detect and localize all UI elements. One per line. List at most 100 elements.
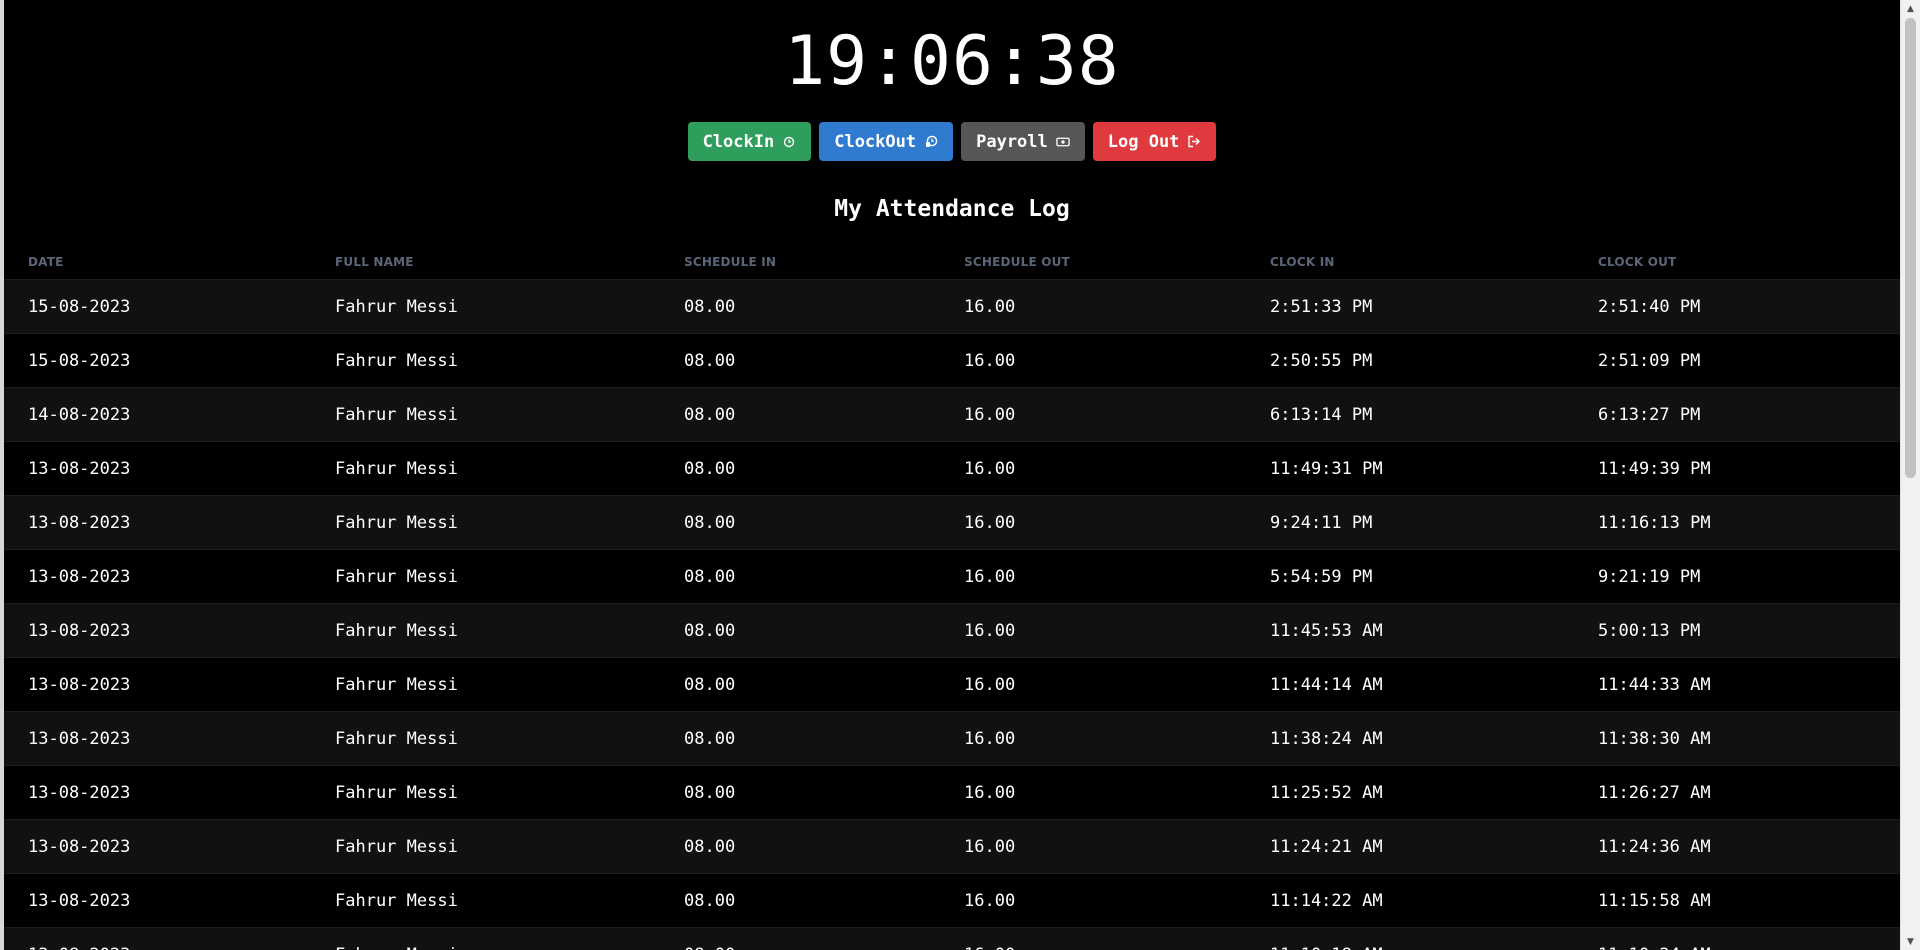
cell-schedule-in: 08.00 <box>660 927 940 950</box>
cell-schedule-in: 08.00 <box>660 873 940 928</box>
scroll-down-arrow-icon[interactable]: ▼ <box>1901 933 1920 950</box>
cell-clock-in: 11:44:14 AM <box>1246 657 1574 712</box>
table-row: 13-08-2023 Fahrur Messi 08.00 16.00 11:1… <box>4 873 1900 928</box>
scroll-up-arrow-icon[interactable]: ▲ <box>1901 0 1920 17</box>
cell-clock-in: 11:45:53 AM <box>1246 603 1574 658</box>
cell-schedule-out: 16.00 <box>940 873 1246 928</box>
cell-date: 13-08-2023 <box>4 819 311 874</box>
cell-date: 13-08-2023 <box>4 927 311 950</box>
cell-clock-in: 11:25:52 AM <box>1246 765 1574 820</box>
cell-clock-in: 11:14:22 AM <box>1246 873 1574 928</box>
cell-full-name: Fahrur Messi <box>311 603 660 658</box>
table-row: 13-08-2023 Fahrur Messi 08.00 16.00 11:4… <box>4 441 1900 496</box>
cell-clock-out: 11:16:13 PM <box>1574 495 1900 550</box>
cell-clock-in: 5:54:59 PM <box>1246 549 1574 604</box>
table-row: 13-08-2023 Fahrur Messi 08.00 16.00 11:2… <box>4 765 1900 820</box>
cell-full-name: Fahrur Messi <box>311 765 660 820</box>
cell-schedule-out: 16.00 <box>940 387 1246 442</box>
cell-schedule-out: 16.00 <box>940 279 1246 334</box>
cell-date: 13-08-2023 <box>4 873 311 928</box>
logout-label: Log Out <box>1107 131 1180 152</box>
scrollbar-thumb[interactable] <box>1905 18 1916 478</box>
cell-date: 14-08-2023 <box>4 387 311 442</box>
cell-clock-out: 6:13:27 PM <box>1574 387 1900 442</box>
cash-icon <box>1056 135 1070 149</box>
cell-schedule-in: 08.00 <box>660 819 940 874</box>
cell-clock-out: 11:15:58 AM <box>1574 873 1900 928</box>
cell-schedule-in: 08.00 <box>660 657 940 712</box>
cell-schedule-out: 16.00 <box>940 765 1246 820</box>
cell-clock-in: 11:10:18 AM <box>1246 927 1574 950</box>
cell-clock-out: 11:49:39 PM <box>1574 441 1900 496</box>
cell-schedule-in: 08.00 <box>660 711 940 766</box>
cell-full-name: Fahrur Messi <box>311 819 660 874</box>
cell-clock-in: 2:51:33 PM <box>1246 279 1574 334</box>
clockout-button[interactable]: ClockOut <box>819 122 954 161</box>
cell-schedule-in: 08.00 <box>660 333 940 388</box>
table-row: 14-08-2023 Fahrur Messi 08.00 16.00 6:13… <box>4 387 1900 442</box>
cell-full-name: Fahrur Messi <box>311 279 660 334</box>
column-header-date: DATE <box>28 255 64 269</box>
clockin-label: ClockIn <box>702 131 775 152</box>
cell-schedule-out: 16.00 <box>940 819 1246 874</box>
cell-schedule-in: 08.00 <box>660 549 940 604</box>
column-header-clock-out: CLOCK OUT <box>1598 255 1677 269</box>
cell-full-name: Fahrur Messi <box>311 495 660 550</box>
cell-date: 13-08-2023 <box>4 603 311 658</box>
cell-clock-out: 9:21:19 PM <box>1574 549 1900 604</box>
cell-full-name: Fahrur Messi <box>311 549 660 604</box>
cell-full-name: Fahrur Messi <box>311 333 660 388</box>
cell-clock-out: 2:51:40 PM <box>1574 279 1900 334</box>
table-row: 13-08-2023 Fahrur Messi 08.00 16.00 11:3… <box>4 711 1900 766</box>
cell-clock-in: 9:24:11 PM <box>1246 495 1574 550</box>
cell-date: 13-08-2023 <box>4 495 311 550</box>
action-bar: ClockIn ClockOut Payroll Log Out <box>4 122 1900 161</box>
table-row: 13-08-2023 Fahrur Messi 08.00 16.00 11:2… <box>4 819 1900 874</box>
cell-schedule-in: 08.00 <box>660 495 940 550</box>
clock-arrow-icon <box>782 135 796 149</box>
table-row: 13-08-2023 Fahrur Messi 08.00 16.00 11:1… <box>4 927 1900 950</box>
clockout-label: ClockOut <box>834 131 917 152</box>
app-window: 19:06:38 ClockIn ClockOut Payroll Log Ou… <box>0 0 1920 950</box>
table-row: 15-08-2023 Fahrur Messi 08.00 16.00 2:50… <box>4 333 1900 388</box>
table-row: 13-08-2023 Fahrur Messi 08.00 16.00 5:54… <box>4 549 1900 604</box>
payroll-button[interactable]: Payroll <box>961 122 1085 161</box>
cell-clock-in: 11:24:21 AM <box>1246 819 1574 874</box>
cell-full-name: Fahrur Messi <box>311 711 660 766</box>
main-content: 19:06:38 ClockIn ClockOut Payroll Log Ou… <box>4 0 1900 950</box>
cell-schedule-out: 16.00 <box>940 333 1246 388</box>
cell-schedule-out: 16.00 <box>940 927 1246 950</box>
page-title: My Attendance Log <box>834 196 1070 222</box>
cell-full-name: Fahrur Messi <box>311 927 660 950</box>
cell-schedule-in: 08.00 <box>660 279 940 334</box>
cell-schedule-out: 16.00 <box>940 549 1246 604</box>
cell-clock-in: 11:38:24 AM <box>1246 711 1574 766</box>
cell-date: 13-08-2023 <box>4 657 311 712</box>
cell-clock-out: 11:26:27 AM <box>1574 765 1900 820</box>
table-row: 13-08-2023 Fahrur Messi 08.00 16.00 11:4… <box>4 657 1900 712</box>
cell-clock-out: 2:51:09 PM <box>1574 333 1900 388</box>
clockin-button[interactable]: ClockIn <box>687 122 812 161</box>
table-row: 15-08-2023 Fahrur Messi 08.00 16.00 2:51… <box>4 279 1900 334</box>
cell-clock-in: 6:13:14 PM <box>1246 387 1574 442</box>
clock-hand-icon <box>924 135 938 149</box>
cell-clock-out: 5:00:13 PM <box>1574 603 1900 658</box>
cell-date: 15-08-2023 <box>4 333 311 388</box>
cell-clock-out: 11:24:36 AM <box>1574 819 1900 874</box>
cell-clock-out: 11:10:24 AM <box>1574 927 1900 950</box>
cell-date: 13-08-2023 <box>4 549 311 604</box>
cell-date: 13-08-2023 <box>4 765 311 820</box>
logout-button[interactable]: Log Out <box>1092 122 1217 161</box>
cell-date: 15-08-2023 <box>4 279 311 334</box>
cell-clock-in: 2:50:55 PM <box>1246 333 1574 388</box>
logout-arrow-icon <box>1187 135 1201 149</box>
column-header-schedule-in: SCHEDULE IN <box>684 255 777 269</box>
vertical-scrollbar[interactable]: ▲ ▼ <box>1900 0 1920 950</box>
cell-clock-out: 11:44:33 AM <box>1574 657 1900 712</box>
live-clock: 19:06:38 <box>784 22 1120 101</box>
cell-schedule-out: 16.00 <box>940 603 1246 658</box>
cell-full-name: Fahrur Messi <box>311 873 660 928</box>
column-header-full-name: FULL NAME <box>335 255 414 269</box>
cell-full-name: Fahrur Messi <box>311 441 660 496</box>
cell-schedule-in: 08.00 <box>660 387 940 442</box>
